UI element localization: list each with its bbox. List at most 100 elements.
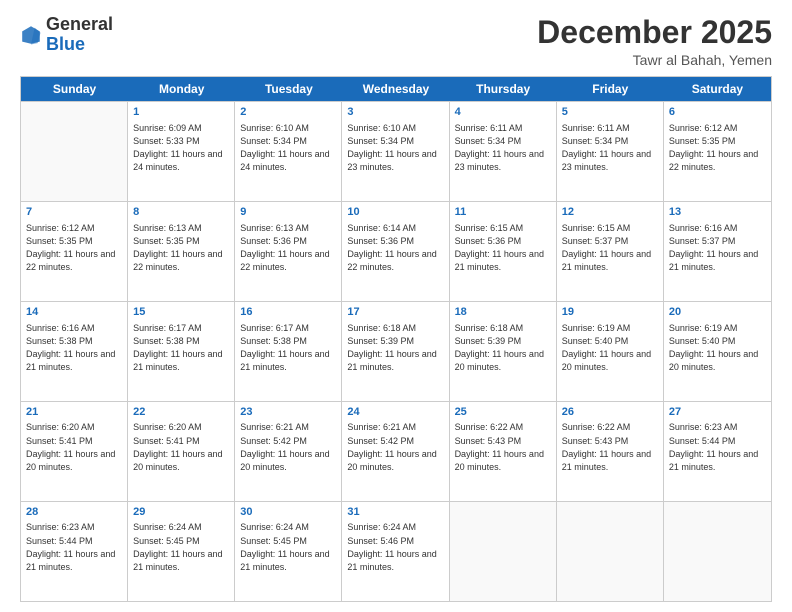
day-number: 29 bbox=[133, 505, 229, 520]
calendar-cell-r3-c6: 27Sunrise: 6:23 AM Sunset: 5:44 PM Dayli… bbox=[664, 402, 771, 501]
calendar-cell-r0-c0 bbox=[21, 102, 128, 201]
calendar-cell-r0-c1: 1Sunrise: 6:09 AM Sunset: 5:33 PM Daylig… bbox=[128, 102, 235, 201]
calendar-body: 1Sunrise: 6:09 AM Sunset: 5:33 PM Daylig… bbox=[21, 101, 771, 601]
month-title: December 2025 bbox=[537, 15, 772, 50]
cell-details: Sunrise: 6:24 AM Sunset: 5:46 PM Dayligh… bbox=[347, 521, 443, 573]
day-number: 4 bbox=[455, 105, 551, 120]
day-number: 21 bbox=[26, 405, 122, 420]
cell-details: Sunrise: 6:18 AM Sunset: 5:39 PM Dayligh… bbox=[455, 322, 551, 374]
day-number: 8 bbox=[133, 205, 229, 220]
cell-details: Sunrise: 6:15 AM Sunset: 5:36 PM Dayligh… bbox=[455, 222, 551, 274]
day-number: 22 bbox=[133, 405, 229, 420]
calendar-cell-r1-c0: 7 Sunrise: 6:12 AM Sunset: 5:35 PM Daylig… bbox=[21, 202, 128, 301]
day-number: 12 bbox=[562, 205, 658, 220]
cell-details: Sunrise: 6:20 AM Sunset: 5:41 PM Dayligh… bbox=[133, 421, 229, 473]
header-saturday: Saturday bbox=[664, 77, 771, 101]
day-number: 30 bbox=[240, 505, 336, 520]
calendar-cell-r1-c5: 12 Sunrise: 6:15 AM Sunset: 5:37 PM Dayli… bbox=[557, 202, 664, 301]
day-number: 18 bbox=[455, 305, 551, 320]
header-tuesday: Tuesday bbox=[235, 77, 342, 101]
day-number: 11 bbox=[455, 205, 551, 220]
day-number: 25 bbox=[455, 405, 551, 420]
header-monday: Monday bbox=[128, 77, 235, 101]
cell-details: Sunrise: 6:19 AM Sunset: 5:40 PM Dayligh… bbox=[669, 322, 766, 374]
cell-details: Sunrise: 6:11 AM Sunset: 5:34 PM Dayligh… bbox=[455, 122, 551, 174]
calendar-cell-r2-c5: 19 Sunrise: 6:19 AM Sunset: 5:40 PM Dayli… bbox=[557, 302, 664, 401]
day-number: 17 bbox=[347, 305, 443, 320]
cell-details: Sunrise: 6:19 AM Sunset: 5:40 PM Dayligh… bbox=[562, 322, 658, 374]
day-number: 15 bbox=[133, 305, 229, 320]
calendar-cell-r2-c3: 17 Sunrise: 6:18 AM Sunset: 5:39 PM Dayli… bbox=[342, 302, 449, 401]
header-sunday: Sunday bbox=[21, 77, 128, 101]
cell-details: Sunrise: 6:24 AM Sunset: 5:45 PM Dayligh… bbox=[133, 521, 229, 573]
calendar-cell-r4-c2: 30Sunrise: 6:24 AM Sunset: 5:45 PM Dayli… bbox=[235, 502, 342, 601]
calendar-cell-r3-c4: 25Sunrise: 6:22 AM Sunset: 5:43 PM Dayli… bbox=[450, 402, 557, 501]
calendar-cell-r2-c6: 20Sunrise: 6:19 AM Sunset: 5:40 PM Dayli… bbox=[664, 302, 771, 401]
calendar-cell-r0-c6: 6 Sunrise: 6:12 AM Sunset: 5:35 PM Daylig… bbox=[664, 102, 771, 201]
calendar-cell-r4-c4 bbox=[450, 502, 557, 601]
header-wednesday: Wednesday bbox=[342, 77, 449, 101]
day-number: 26 bbox=[562, 405, 658, 420]
cell-details: Sunrise: 6:22 AM Sunset: 5:43 PM Dayligh… bbox=[455, 421, 551, 473]
day-number: 10 bbox=[347, 205, 443, 220]
cell-details: Sunrise: 6:23 AM Sunset: 5:44 PM Dayligh… bbox=[26, 521, 122, 573]
cell-details: Sunrise: 6:12 AM Sunset: 5:35 PM Dayligh… bbox=[26, 222, 122, 274]
cell-details: Sunrise: 6:15 AM Sunset: 5:37 PM Dayligh… bbox=[562, 222, 658, 274]
calendar-row-4: 28Sunrise: 6:23 AM Sunset: 5:44 PM Dayli… bbox=[21, 501, 771, 601]
page: General Blue December 2025 Tawr al Bahah… bbox=[0, 0, 792, 612]
calendar-row-2: 14 Sunrise: 6:16 AM Sunset: 5:38 PM Dayli… bbox=[21, 301, 771, 401]
calendar-cell-r4-c0: 28Sunrise: 6:23 AM Sunset: 5:44 PM Dayli… bbox=[21, 502, 128, 601]
calendar-cell-r2-c4: 18 Sunrise: 6:18 AM Sunset: 5:39 PM Dayli… bbox=[450, 302, 557, 401]
title-block: December 2025 Tawr al Bahah, Yemen bbox=[537, 15, 772, 68]
calendar-cell-r1-c1: 8 Sunrise: 6:13 AM Sunset: 5:35 PM Daylig… bbox=[128, 202, 235, 301]
cell-details: Sunrise: 6:17 AM Sunset: 5:38 PM Dayligh… bbox=[133, 322, 229, 374]
calendar-cell-r0-c4: 4 Sunrise: 6:11 AM Sunset: 5:34 PM Daylig… bbox=[450, 102, 557, 201]
day-number: 23 bbox=[240, 405, 336, 420]
header-thursday: Thursday bbox=[450, 77, 557, 101]
cell-details: Sunrise: 6:21 AM Sunset: 5:42 PM Dayligh… bbox=[240, 421, 336, 473]
day-number: 16 bbox=[240, 305, 336, 320]
cell-details: Sunrise: 6:12 AM Sunset: 5:35 PM Dayligh… bbox=[669, 122, 766, 174]
calendar-cell-r2-c2: 16 Sunrise: 6:17 AM Sunset: 5:38 PM Dayli… bbox=[235, 302, 342, 401]
day-number: 24 bbox=[347, 405, 443, 420]
calendar-cell-r1-c3: 10 Sunrise: 6:14 AM Sunset: 5:36 PM Dayli… bbox=[342, 202, 449, 301]
calendar-cell-r3-c3: 24Sunrise: 6:21 AM Sunset: 5:42 PM Dayli… bbox=[342, 402, 449, 501]
cell-details: Sunrise: 6:11 AM Sunset: 5:34 PM Dayligh… bbox=[562, 122, 658, 174]
calendar-cell-r4-c1: 29Sunrise: 6:24 AM Sunset: 5:45 PM Dayli… bbox=[128, 502, 235, 601]
day-number: 14 bbox=[26, 305, 122, 320]
day-number: 6 bbox=[669, 105, 766, 120]
cell-details: Sunrise: 6:18 AM Sunset: 5:39 PM Dayligh… bbox=[347, 322, 443, 374]
calendar-cell-r4-c3: 31Sunrise: 6:24 AM Sunset: 5:46 PM Dayli… bbox=[342, 502, 449, 601]
cell-details: Sunrise: 6:14 AM Sunset: 5:36 PM Dayligh… bbox=[347, 222, 443, 274]
cell-details: Sunrise: 6:13 AM Sunset: 5:35 PM Dayligh… bbox=[133, 222, 229, 274]
subtitle: Tawr al Bahah, Yemen bbox=[537, 52, 772, 68]
logo-text: General Blue bbox=[46, 15, 113, 55]
day-number: 7 bbox=[26, 205, 122, 220]
day-number: 13 bbox=[669, 205, 766, 220]
cell-details: Sunrise: 6:09 AM Sunset: 5:33 PM Dayligh… bbox=[133, 122, 229, 174]
calendar-cell-r4-c6 bbox=[664, 502, 771, 601]
day-number: 31 bbox=[347, 505, 443, 520]
calendar-cell-r2-c0: 14 Sunrise: 6:16 AM Sunset: 5:38 PM Dayli… bbox=[21, 302, 128, 401]
calendar-row-1: 7 Sunrise: 6:12 AM Sunset: 5:35 PM Daylig… bbox=[21, 201, 771, 301]
day-number: 9 bbox=[240, 205, 336, 220]
calendar-cell-r4-c5 bbox=[557, 502, 664, 601]
logo: General Blue bbox=[20, 15, 113, 55]
logo-blue-text: Blue bbox=[46, 34, 85, 54]
day-number: 19 bbox=[562, 305, 658, 320]
cell-details: Sunrise: 6:17 AM Sunset: 5:38 PM Dayligh… bbox=[240, 322, 336, 374]
calendar-cell-r1-c6: 13Sunrise: 6:16 AM Sunset: 5:37 PM Dayli… bbox=[664, 202, 771, 301]
calendar-cell-r3-c1: 22Sunrise: 6:20 AM Sunset: 5:41 PM Dayli… bbox=[128, 402, 235, 501]
calendar: Sunday Monday Tuesday Wednesday Thursday… bbox=[20, 76, 772, 602]
day-number: 27 bbox=[669, 405, 766, 420]
calendar-cell-r0-c3: 3Sunrise: 6:10 AM Sunset: 5:34 PM Daylig… bbox=[342, 102, 449, 201]
day-number: 3 bbox=[347, 105, 443, 120]
calendar-header: Sunday Monday Tuesday Wednesday Thursday… bbox=[21, 77, 771, 101]
cell-details: Sunrise: 6:23 AM Sunset: 5:44 PM Dayligh… bbox=[669, 421, 766, 473]
calendar-cell-r3-c2: 23Sunrise: 6:21 AM Sunset: 5:42 PM Dayli… bbox=[235, 402, 342, 501]
day-number: 5 bbox=[562, 105, 658, 120]
header-friday: Friday bbox=[557, 77, 664, 101]
cell-details: Sunrise: 6:16 AM Sunset: 5:38 PM Dayligh… bbox=[26, 322, 122, 374]
calendar-cell-r3-c5: 26Sunrise: 6:22 AM Sunset: 5:43 PM Dayli… bbox=[557, 402, 664, 501]
calendar-cell-r3-c0: 21Sunrise: 6:20 AM Sunset: 5:41 PM Dayli… bbox=[21, 402, 128, 501]
